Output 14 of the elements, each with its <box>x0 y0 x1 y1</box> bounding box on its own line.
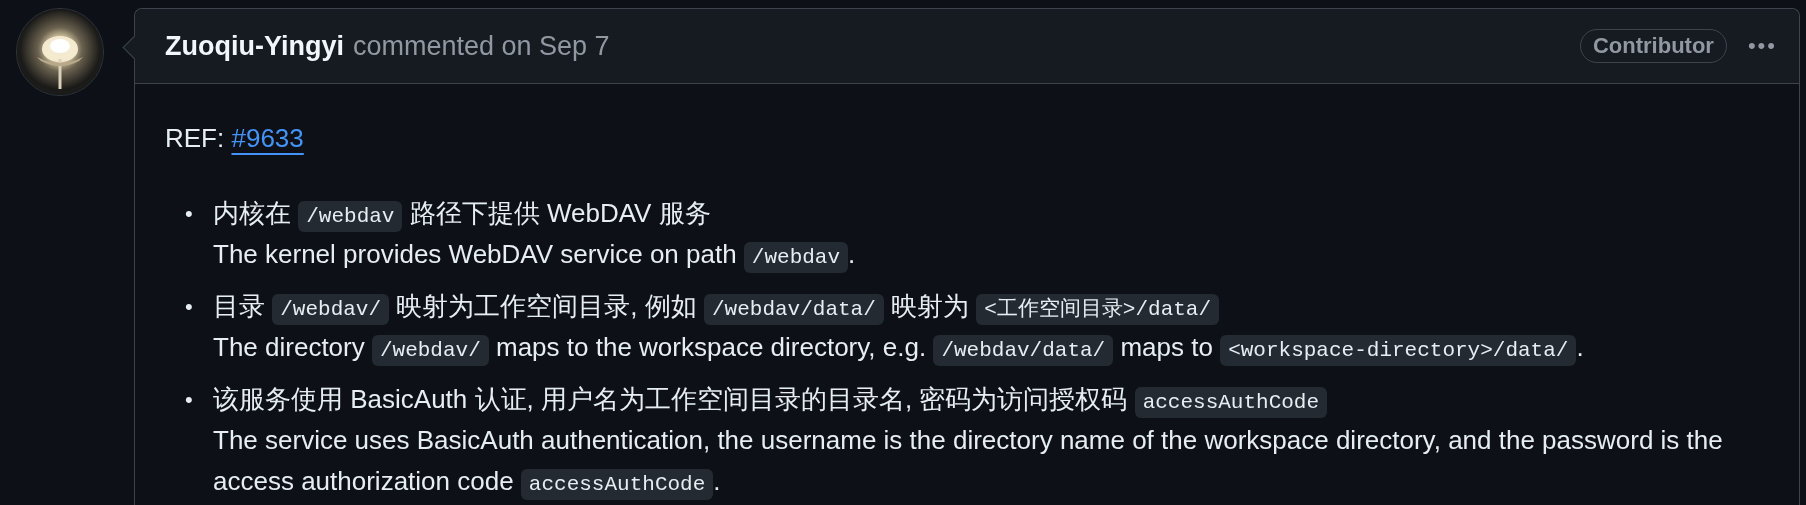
list-text: 目录 /webdav/ 映射为工作空间目录, 例如 /webdav/data/ 映射为 <工作空间目录>/data/ <box>213 286 1739 327</box>
ref-label: REF: <box>165 123 225 153</box>
list-text: 内核在 /webdav 路径下提供 WebDAV 服务 <box>213 193 1739 234</box>
list-text: The kernel provides WebDAV service on path /webdav . <box>213 234 1739 275</box>
comment-meta: commented on Sep 7 <box>352 30 611 62</box>
issue-link[interactable]: #9633 <box>231 123 304 153</box>
list-text: The directory /webdav/ maps to the workspace directory, e.g. /webdav/data/ maps to <workspace-directory>/data/ . <box>213 327 1739 368</box>
list-text: 该服务使用 BasicAuth 认证, 用户名为工作空间目录的目录名, 密码为访问授权码 accessAuthCode <box>213 379 1739 420</box>
more-button[interactable]: ••• <box>1735 33 1777 59</box>
bullet: • <box>185 200 194 228</box>
list-text: The service uses BasicAuth authentication, the username is the directory name of the workspace directory, and the password is the access authorization code accessAuthCode . <box>213 420 1739 502</box>
bullet: • <box>185 386 194 414</box>
author-name[interactable]: Zuoqiu-Yingyi <box>165 30 344 62</box>
bullet: • <box>185 293 194 321</box>
